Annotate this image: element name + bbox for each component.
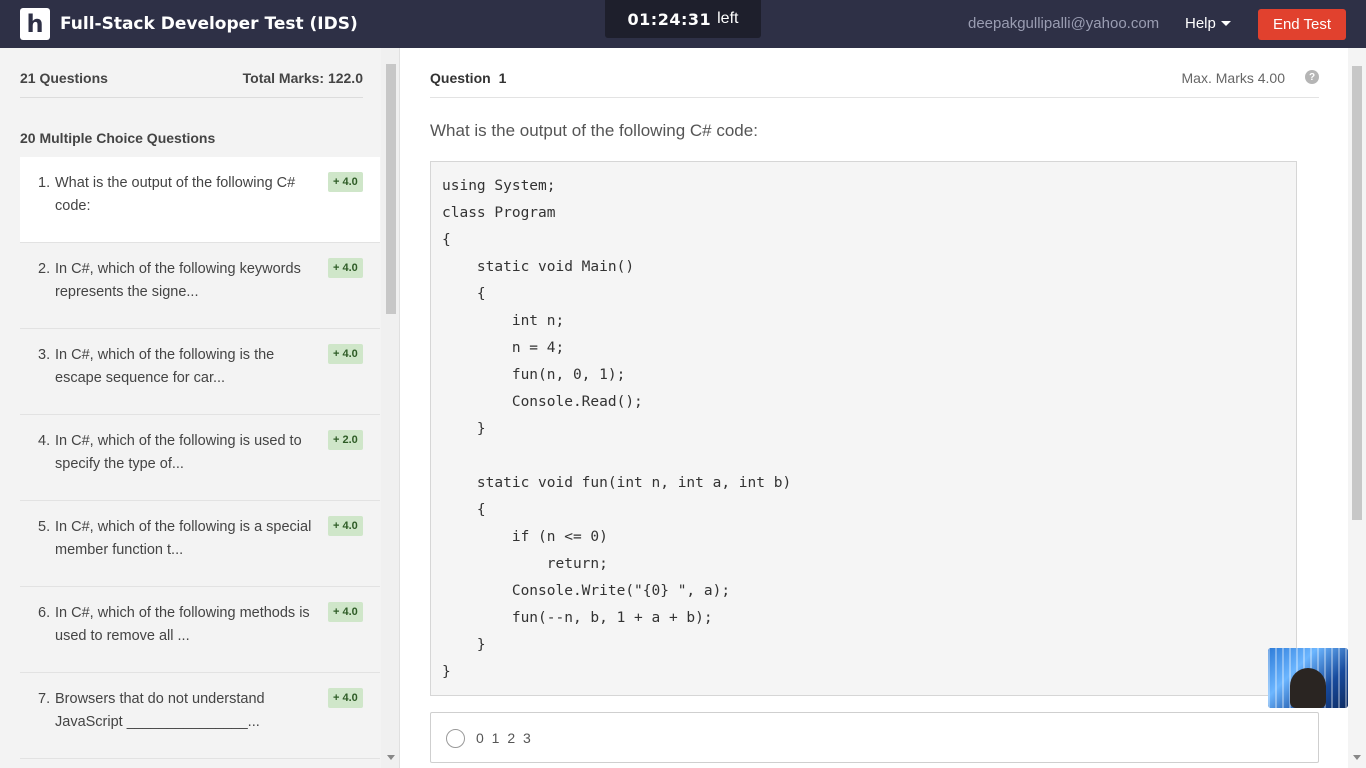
logo-letter: h — [26, 10, 44, 38]
help-label: Help — [1185, 15, 1216, 32]
answer-option[interactable]: 0 1 2 3 — [430, 712, 1319, 763]
marks-badge: + 4.0 — [328, 172, 363, 192]
question-preview: In C#, which of the following keywords r… — [55, 261, 301, 300]
logo-icon[interactable]: h — [20, 8, 50, 40]
option-radio[interactable] — [446, 729, 465, 748]
question-list-item[interactable]: 1. What is the output of the following C… — [20, 157, 380, 243]
question-number: 5. — [38, 519, 51, 535]
question-help-icon[interactable]: ? — [1305, 70, 1319, 84]
question-list-item[interactable]: 4. In C#, which of the following is used… — [20, 415, 380, 501]
question-label-text: Question — [430, 70, 491, 86]
top-bar: h Full-Stack Developer Test (IDS) 01:24:… — [0, 0, 1366, 48]
question-preview: In C#, which of the following is a speci… — [55, 519, 312, 558]
timer-suffix: left — [717, 10, 739, 27]
webcam-preview — [1268, 648, 1348, 708]
main-scrollbar[interactable] — [1348, 48, 1366, 768]
question-list-item[interactable]: 2. In C#, which of the following keyword… — [20, 243, 380, 329]
marks-badge: + 4.0 — [328, 344, 363, 364]
scroll-down-arrow-icon[interactable] — [1353, 755, 1361, 760]
webcam-person — [1290, 668, 1326, 708]
sidebar-summary: 21 Questions Total Marks: 122.0 — [20, 70, 363, 98]
max-marks: Max. Marks 4.00 — [1181, 70, 1285, 86]
marks-badge: + 2.0 — [328, 430, 363, 450]
question-preview: What is the output of the following C# c… — [55, 175, 296, 214]
question-list-item[interactable]: 6. In C#, which of the following methods… — [20, 587, 380, 673]
user-email: deepakgullipalli@yahoo.com — [968, 15, 1160, 32]
question-number: 2. — [38, 261, 51, 277]
chevron-down-icon — [1220, 21, 1231, 26]
countdown-timer: 01:24:31 left — [605, 0, 761, 38]
question-number: 3. — [38, 347, 51, 363]
test-title: Full-Stack Developer Test (IDS) — [60, 14, 358, 34]
question-number-value: 1 — [498, 70, 507, 86]
question-prompt: What is the output of the following C# c… — [430, 121, 758, 140]
code-content: using System; class Program { static voi… — [442, 178, 792, 680]
marks-badge: + 4.0 — [328, 516, 363, 536]
question-number: 4. — [38, 433, 51, 449]
question-list-item[interactable]: 5. In C#, which of the following is a sp… — [20, 501, 380, 587]
question-list: 1. What is the output of the following C… — [20, 157, 380, 759]
question-preview: In C#, which of the following methods is… — [55, 605, 310, 644]
question-preview: In C#, which of the following is used to… — [55, 433, 302, 472]
question-count: 21 Questions — [20, 70, 108, 86]
question-list-item[interactable]: 3. In C#, which of the following is the … — [20, 329, 380, 415]
question-number: 1. — [38, 175, 51, 191]
sidebar-scroll-thumb[interactable] — [386, 64, 396, 314]
marks-badge: + 4.0 — [328, 688, 363, 708]
total-marks: Total Marks: 122.0 — [242, 70, 363, 86]
question-number: 7. — [38, 691, 51, 707]
question-list-item[interactable]: 7. Browsers that do not understand JavaS… — [20, 673, 380, 759]
end-test-button[interactable]: End Test — [1258, 9, 1346, 40]
question-header: Question 1 Max. Marks 4.00 ? — [430, 70, 1319, 98]
question-number: 6. — [38, 605, 51, 621]
scroll-down-arrow-icon[interactable] — [387, 755, 395, 760]
code-block: using System; class Program { static voi… — [430, 161, 1297, 696]
question-panel: Question 1 Max. Marks 4.00 ? What is the … — [400, 48, 1366, 768]
timer-value: 01:24:31 — [627, 9, 712, 29]
section-title: 20 Multiple Choice Questions — [20, 130, 216, 146]
question-preview: In C#, which of the following is the esc… — [55, 347, 275, 386]
main-scroll-thumb[interactable] — [1352, 66, 1362, 520]
question-sidebar: 21 Questions Total Marks: 122.0 20 Multi… — [0, 48, 400, 768]
sidebar-scrollbar[interactable] — [381, 48, 399, 768]
question-preview: Browsers that do not understand JavaScri… — [55, 691, 265, 730]
marks-badge: + 4.0 — [328, 258, 363, 278]
marks-badge: + 4.0 — [328, 602, 363, 622]
option-text: 0 1 2 3 — [476, 730, 533, 746]
question-label: Question 1 — [430, 70, 506, 86]
help-menu[interactable]: Help — [1185, 15, 1231, 32]
